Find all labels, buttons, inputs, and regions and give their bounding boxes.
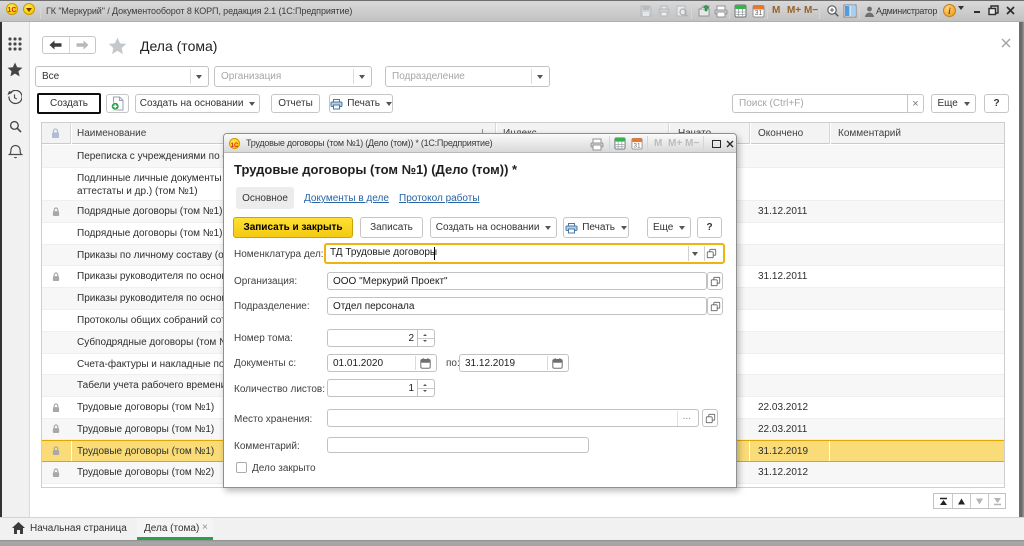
svg-text:31: 31 <box>633 142 641 149</box>
svg-text:31: 31 <box>755 10 763 17</box>
